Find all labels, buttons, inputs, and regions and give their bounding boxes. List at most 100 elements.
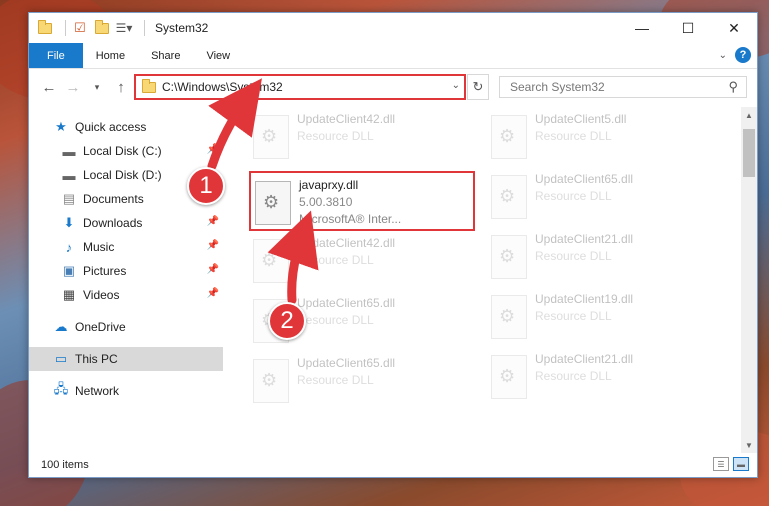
file-item[interactable]: UpdateClient21.dll Resource DLL: [487, 347, 713, 403]
sidebar-item-downloads[interactable]: ⬇ Downloads 📌: [29, 211, 223, 235]
close-button[interactable]: ✕: [711, 13, 757, 43]
sidebar-item-label: OneDrive: [75, 320, 126, 334]
pin-icon[interactable]: 📌: [207, 144, 219, 155]
pin-icon[interactable]: 📌: [207, 264, 219, 275]
status-bar: 100 items ☰ ▬: [29, 453, 757, 477]
scroll-down-icon[interactable]: ▼: [741, 437, 757, 453]
sidebar-item-this-pc[interactable]: ▭ This PC: [29, 347, 223, 371]
file-name: UpdateClient65.dll: [297, 296, 396, 310]
sidebar-item-network[interactable]: 🖧 Network: [29, 379, 223, 403]
sidebar-item-label: Network: [75, 384, 120, 398]
sidebar-item-label: Local Disk (C:): [83, 144, 162, 158]
star-icon: ★: [55, 119, 67, 134]
search-placeholder: Search System32: [510, 80, 605, 94]
scroll-thumb[interactable]: [743, 129, 755, 177]
dll-file-icon: [491, 235, 527, 279]
navigation-pane: ★ Quick access ▬ Local Disk (C:) 📌 ▬ Loc…: [29, 107, 223, 453]
file-meta: Resource DLL: [297, 129, 374, 143]
new-folder-icon[interactable]: [94, 19, 110, 36]
chevron-down-icon[interactable]: ⌄: [452, 80, 460, 91]
file-name: UpdateClient65.dll: [535, 172, 634, 186]
address-text: C:\Windows\System32: [162, 80, 283, 94]
sidebar-item-label: Videos: [83, 288, 120, 302]
callout-step-2: 2: [268, 302, 306, 340]
pictures-icon: ▣: [62, 263, 76, 278]
dll-file-icon: [491, 295, 527, 339]
large-icons-view-icon[interactable]: ▬: [733, 457, 749, 471]
dll-file-icon: [491, 175, 527, 219]
file-item[interactable]: UpdateClient65.dll Resource DLL: [249, 351, 475, 407]
sidebar-item-videos[interactable]: ▦ Videos 📌: [29, 283, 223, 307]
file-meta: Resource DLL: [535, 309, 612, 323]
sidebar-item-label: This PC: [75, 352, 118, 366]
navigation-bar: ← → ▾ ↑ C:\Windows\System32 ⌄ ↻ Search S…: [29, 69, 757, 105]
sidebar-item-label: Quick access: [75, 120, 147, 134]
vertical-scrollbar[interactable]: ▲ ▼: [741, 107, 757, 453]
address-bar[interactable]: C:\Windows\System32 ⌄: [134, 74, 466, 100]
file-item[interactable]: UpdateClient65.dll Resource DLL: [487, 167, 713, 223]
pin-icon[interactable]: 📌: [207, 216, 219, 227]
sidebar-item-quick-access[interactable]: ★ Quick access: [29, 115, 223, 139]
file-meta: Resource DLL: [297, 373, 374, 387]
callout-number: 2: [280, 307, 294, 334]
file-item[interactable]: UpdateClient21.dll Resource DLL: [487, 227, 713, 283]
documents-icon: ▤: [62, 191, 76, 206]
tab-view[interactable]: View: [193, 43, 243, 68]
file-name: UpdateClient19.dll: [535, 292, 634, 306]
sidebar-item-local-disk-c[interactable]: ▬ Local Disk (C:) 📌: [29, 139, 223, 163]
file-name: UpdateClient42.dll: [297, 112, 396, 126]
file-item[interactable]: UpdateClient19.dll Resource DLL: [487, 287, 713, 343]
drive-icon: ▬: [62, 167, 76, 183]
title-bar: ☑ ☰▾ System32 — ☐ ✕: [29, 13, 757, 43]
pin-icon[interactable]: 📌: [207, 288, 219, 299]
file-description: MicrosoftA® Inter...: [299, 212, 402, 226]
tab-file[interactable]: File: [29, 43, 83, 68]
sidebar-item-pictures[interactable]: ▣ Pictures 📌: [29, 259, 223, 283]
computer-icon: ▭: [54, 351, 68, 366]
dll-file-icon: [253, 239, 289, 283]
music-icon: ♪: [65, 239, 73, 255]
expand-ribbon-icon[interactable]: ⌄: [719, 50, 727, 61]
file-name: UpdateClient65.dll: [297, 356, 396, 370]
videos-icon: ▦: [62, 287, 76, 302]
file-item[interactable]: UpdateClient42.dll Resource DLL: [249, 107, 475, 163]
callout-step-1: 1: [187, 167, 225, 205]
file-meta: Resource DLL: [535, 369, 612, 383]
scroll-up-icon[interactable]: ▲: [741, 107, 757, 123]
up-button[interactable]: ↑: [109, 75, 133, 99]
sidebar-item-music[interactable]: ♪ Music 📌: [29, 235, 223, 259]
file-item-javaprxy[interactable]: javaprxy.dll 5.00.3810 MicrosoftA® Inter..…: [249, 171, 475, 231]
details-view-icon[interactable]: ☰: [713, 457, 729, 471]
search-icon: ⚲: [728, 79, 738, 94]
sidebar-item-label: Pictures: [83, 264, 127, 278]
customize-toolbar-icon[interactable]: ☰▾: [116, 20, 133, 36]
file-meta: Resource DLL: [535, 189, 612, 203]
file-meta: Resource DLL: [297, 313, 374, 327]
recent-locations-icon[interactable]: ▾: [85, 75, 109, 99]
tab-home[interactable]: Home: [83, 43, 138, 68]
file-meta: Resource DLL: [535, 129, 612, 143]
explorer-window: ☑ ☰▾ System32 — ☐ ✕ File Home Share View…: [28, 12, 758, 478]
dll-file-icon: [253, 115, 289, 159]
dll-file-icon: [255, 181, 291, 225]
maximize-button[interactable]: ☐: [665, 13, 711, 43]
tab-share[interactable]: Share: [138, 43, 193, 68]
callout-number: 1: [199, 172, 213, 199]
forward-button[interactable]: →: [61, 75, 85, 99]
sidebar-item-onedrive[interactable]: ☁ OneDrive: [29, 315, 223, 339]
refresh-button[interactable]: ↻: [467, 74, 489, 100]
file-meta: Resource DLL: [535, 249, 612, 263]
view-switcher: ☰ ▬: [713, 457, 749, 471]
divider: [144, 20, 145, 36]
minimize-button[interactable]: —: [619, 13, 665, 43]
pin-icon[interactable]: 📌: [207, 240, 219, 251]
properties-icon[interactable]: ☑: [72, 20, 88, 36]
back-button[interactable]: ←: [37, 75, 61, 99]
help-icon[interactable]: ?: [735, 47, 751, 63]
search-input[interactable]: Search System32 ⚲: [499, 76, 747, 98]
cloud-icon: ☁: [54, 319, 68, 334]
file-name: UpdateClient21.dll: [535, 352, 634, 366]
file-item[interactable]: UpdateClient5.dll Resource DLL: [487, 107, 713, 163]
refresh-icon: ↻: [472, 79, 484, 94]
file-item[interactable]: UpdateClient42.dll Resource DLL: [249, 231, 475, 287]
